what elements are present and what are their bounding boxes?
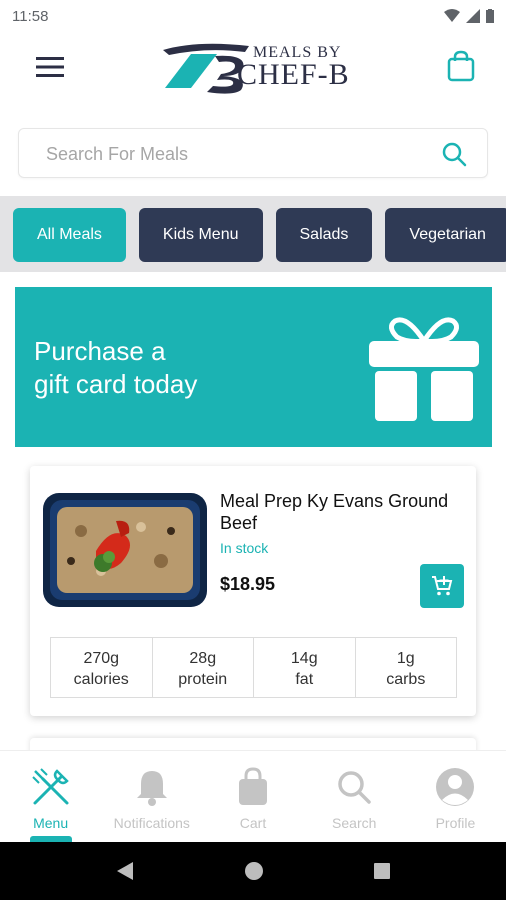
logo-title: CHEF-B: [237, 58, 350, 91]
meal-name[interactable]: Meal Prep Ky Evans Ground Beef: [220, 490, 470, 534]
nutrition-table: 270g calories 28g protein 14g fat 1g car…: [50, 637, 457, 698]
bell-icon: [130, 765, 174, 809]
status-time: 11:58: [12, 7, 49, 25]
nutrition-cell-protein: 28g protein: [153, 638, 254, 697]
search-input[interactable]: Search For Meals: [18, 128, 488, 178]
app-header: MEALS BY CHEF-B: [0, 32, 506, 104]
nutrition-value: 270g: [83, 650, 120, 667]
add-to-cart-button[interactable]: [420, 564, 464, 608]
nutrition-cell-carbs: 1g carbs: [356, 638, 457, 697]
banner-line-2: gift card today: [34, 369, 198, 399]
user-icon: [433, 765, 477, 809]
category-filter-bar: All Meals Kids Menu Salads Vegetarian: [0, 196, 506, 272]
category-chip-salads[interactable]: Salads: [275, 208, 373, 262]
nutrition-value: 28g: [189, 650, 217, 667]
nav-item-search[interactable]: Search: [304, 751, 405, 842]
hamburger-icon: [36, 57, 64, 77]
meal-card[interactable]: Meal Prep Ky Evans Ground Beef In stock …: [30, 466, 476, 716]
banner-line-1: Purchase a: [34, 336, 166, 366]
nutrition-cell-fat: 14g fat: [254, 638, 356, 697]
back-icon[interactable]: [115, 860, 135, 882]
gift-icon: [369, 317, 479, 421]
system-navigation-bar: [0, 842, 506, 900]
status-icons: [444, 9, 494, 23]
meal-price: $18.95: [220, 574, 276, 594]
nav-label-profile: Profile: [435, 815, 476, 831]
signal-icon: [466, 9, 480, 23]
nav-item-notifications[interactable]: Notifications: [101, 751, 202, 842]
nutrition-cell-calories: 270g calories: [51, 638, 153, 697]
nav-item-profile[interactable]: Profile: [405, 751, 506, 842]
shopping-bag-icon: [447, 50, 475, 82]
meal-photo: [43, 493, 207, 607]
nav-item-menu[interactable]: Menu: [0, 751, 101, 842]
wifi-icon: [444, 9, 460, 22]
search-placeholder: Search For Meals: [46, 144, 189, 164]
category-chip-vegetarian[interactable]: Vegetarian: [385, 208, 506, 262]
nav-label-cart: Cart: [239, 815, 267, 831]
bottom-navigation: Menu Notifications Cart Search Profile: [0, 750, 506, 842]
recents-icon[interactable]: [373, 862, 391, 880]
category-chips: All Meals Kids Menu Salads Vegetarian: [13, 208, 506, 262]
nutrition-value: 1g: [396, 650, 415, 667]
app-screen: 11:58 MEALS BY CHEF-B Search For Meals A…: [0, 0, 506, 900]
search-icon[interactable]: [441, 141, 467, 167]
header-cart-button[interactable]: [444, 46, 478, 86]
nutrition-label: protein: [178, 671, 228, 688]
chef-b-logo: MEALS BY CHEF-B: [157, 38, 357, 96]
nav-label-menu: Menu: [33, 815, 69, 831]
category-chip-all-meals[interactable]: All Meals: [13, 208, 126, 262]
nav-label-search: Search: [332, 815, 377, 831]
gift-card-banner-text: Purchase a gift card today: [34, 335, 294, 401]
nutrition-label: carbs: [386, 671, 426, 688]
gift-card-banner[interactable]: Purchase a gift card today: [15, 287, 492, 447]
battery-icon: [486, 9, 494, 23]
category-chip-kids-menu[interactable]: Kids Menu: [138, 208, 263, 262]
nutrition-value: 14g: [290, 650, 318, 667]
hamburger-menu-button[interactable]: [30, 50, 70, 84]
status-bar: 11:58: [0, 0, 506, 32]
home-icon[interactable]: [244, 861, 264, 881]
stock-status: In stock: [220, 540, 269, 556]
shopping-bag-icon: [231, 765, 275, 809]
utensils-icon: [29, 765, 73, 809]
add-to-cart-icon: [432, 576, 453, 596]
nutrition-label: calories: [73, 671, 129, 688]
search-icon: [332, 765, 376, 809]
nutrition-label: fat: [295, 671, 314, 688]
nav-item-cart[interactable]: Cart: [202, 751, 303, 842]
nav-label-notifications: Notifications: [113, 815, 190, 831]
